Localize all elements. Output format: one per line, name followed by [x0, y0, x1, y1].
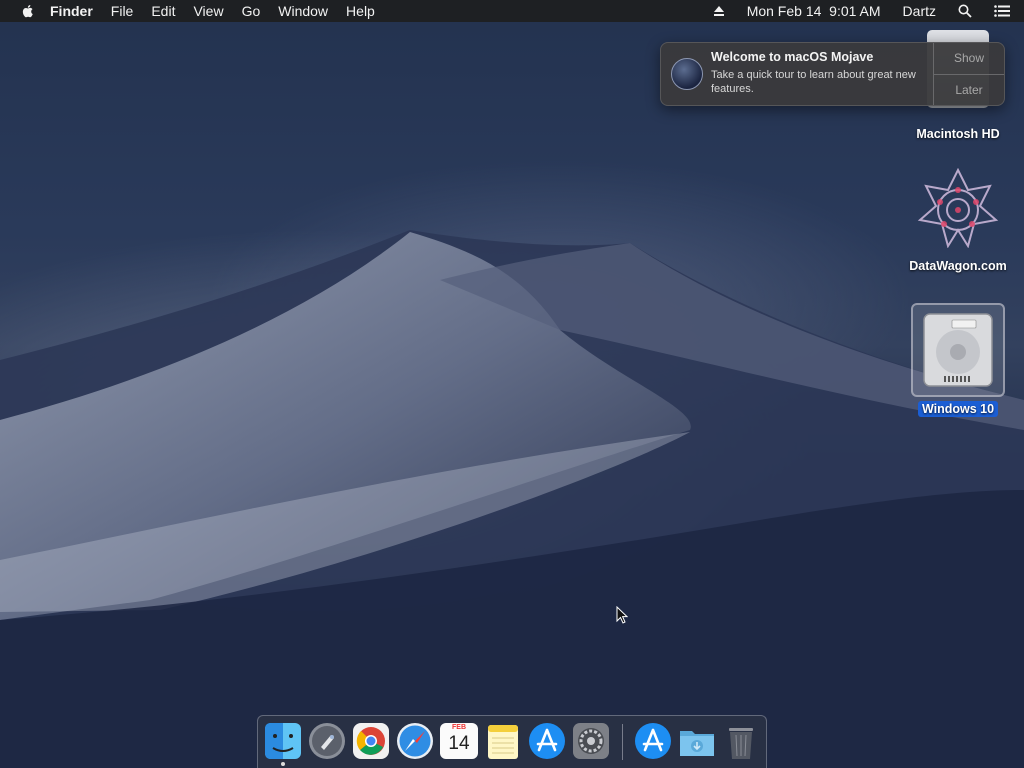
- desktop-icon-label: DataWagon.com: [909, 259, 1007, 273]
- downloads-folder-icon[interactable]: [678, 722, 716, 762]
- desktop-icon-datawagon[interactable]: DataWagon.com: [898, 168, 1018, 274]
- mouse-cursor-icon: [616, 606, 628, 624]
- menu-help[interactable]: Help: [346, 3, 375, 19]
- notification-banner[interactable]: Welcome to macOS Mojave Take a quick tou…: [660, 42, 1005, 106]
- calendar-day: 14: [448, 733, 470, 754]
- dock-separator: [622, 724, 623, 760]
- menu-view[interactable]: View: [193, 3, 223, 19]
- trash-icon[interactable]: [722, 722, 760, 762]
- menu-app-finder[interactable]: Finder: [50, 3, 93, 19]
- safari-icon[interactable]: [396, 722, 434, 762]
- menu-go[interactable]: Go: [242, 3, 261, 19]
- app-store-icon[interactable]: [528, 722, 566, 762]
- chrome-icon[interactable]: [352, 722, 390, 762]
- menu-file[interactable]: File: [111, 3, 134, 19]
- menubar-user[interactable]: Dartz: [903, 3, 936, 19]
- notification-title: Welcome to macOS Mojave: [711, 50, 874, 64]
- notification-center-icon[interactable]: [994, 5, 1010, 17]
- finder-icon[interactable]: [264, 722, 302, 762]
- desktop-wallpaper: [0, 230, 1024, 768]
- calendar-icon[interactable]: FEB 14: [440, 723, 478, 759]
- hard-drive-icon: [923, 313, 993, 387]
- menu-window[interactable]: Window: [278, 3, 328, 19]
- notes-icon[interactable]: [484, 722, 522, 762]
- system-preferences-icon[interactable]: [572, 722, 610, 762]
- notification-show-button[interactable]: Show: [934, 43, 1004, 75]
- menu-edit[interactable]: Edit: [151, 3, 175, 19]
- calendar-month: FEB: [452, 724, 466, 731]
- app-store-downloads-icon[interactable]: [634, 722, 672, 762]
- mojave-app-icon: [671, 58, 703, 90]
- desktop-icon-windows-10[interactable]: Windows 10: [898, 303, 1018, 417]
- notification-actions: Show Later: [933, 43, 1004, 105]
- datawagon-logo-icon: [917, 168, 999, 248]
- running-indicator: [281, 762, 285, 766]
- menubar-clock[interactable]: Mon Feb 14 9:01 AM: [747, 3, 881, 19]
- notification-later-button[interactable]: Later: [934, 75, 1004, 106]
- desktop-icon-label: Macintosh HD: [916, 127, 1000, 141]
- apple-icon[interactable]: [20, 3, 36, 19]
- desktop-icon-label: Windows 10: [917, 401, 999, 417]
- dock: FEB 14: [257, 715, 767, 768]
- eject-icon[interactable]: [713, 5, 725, 17]
- selection-highlight: [911, 303, 1005, 397]
- spotlight-search-icon[interactable]: [958, 4, 972, 18]
- notification-body: Take a quick tour to learn about great n…: [711, 69, 916, 95]
- menu-bar: Finder File Edit View Go Window Help Mon…: [0, 0, 1024, 22]
- launchpad-icon[interactable]: [308, 722, 346, 762]
